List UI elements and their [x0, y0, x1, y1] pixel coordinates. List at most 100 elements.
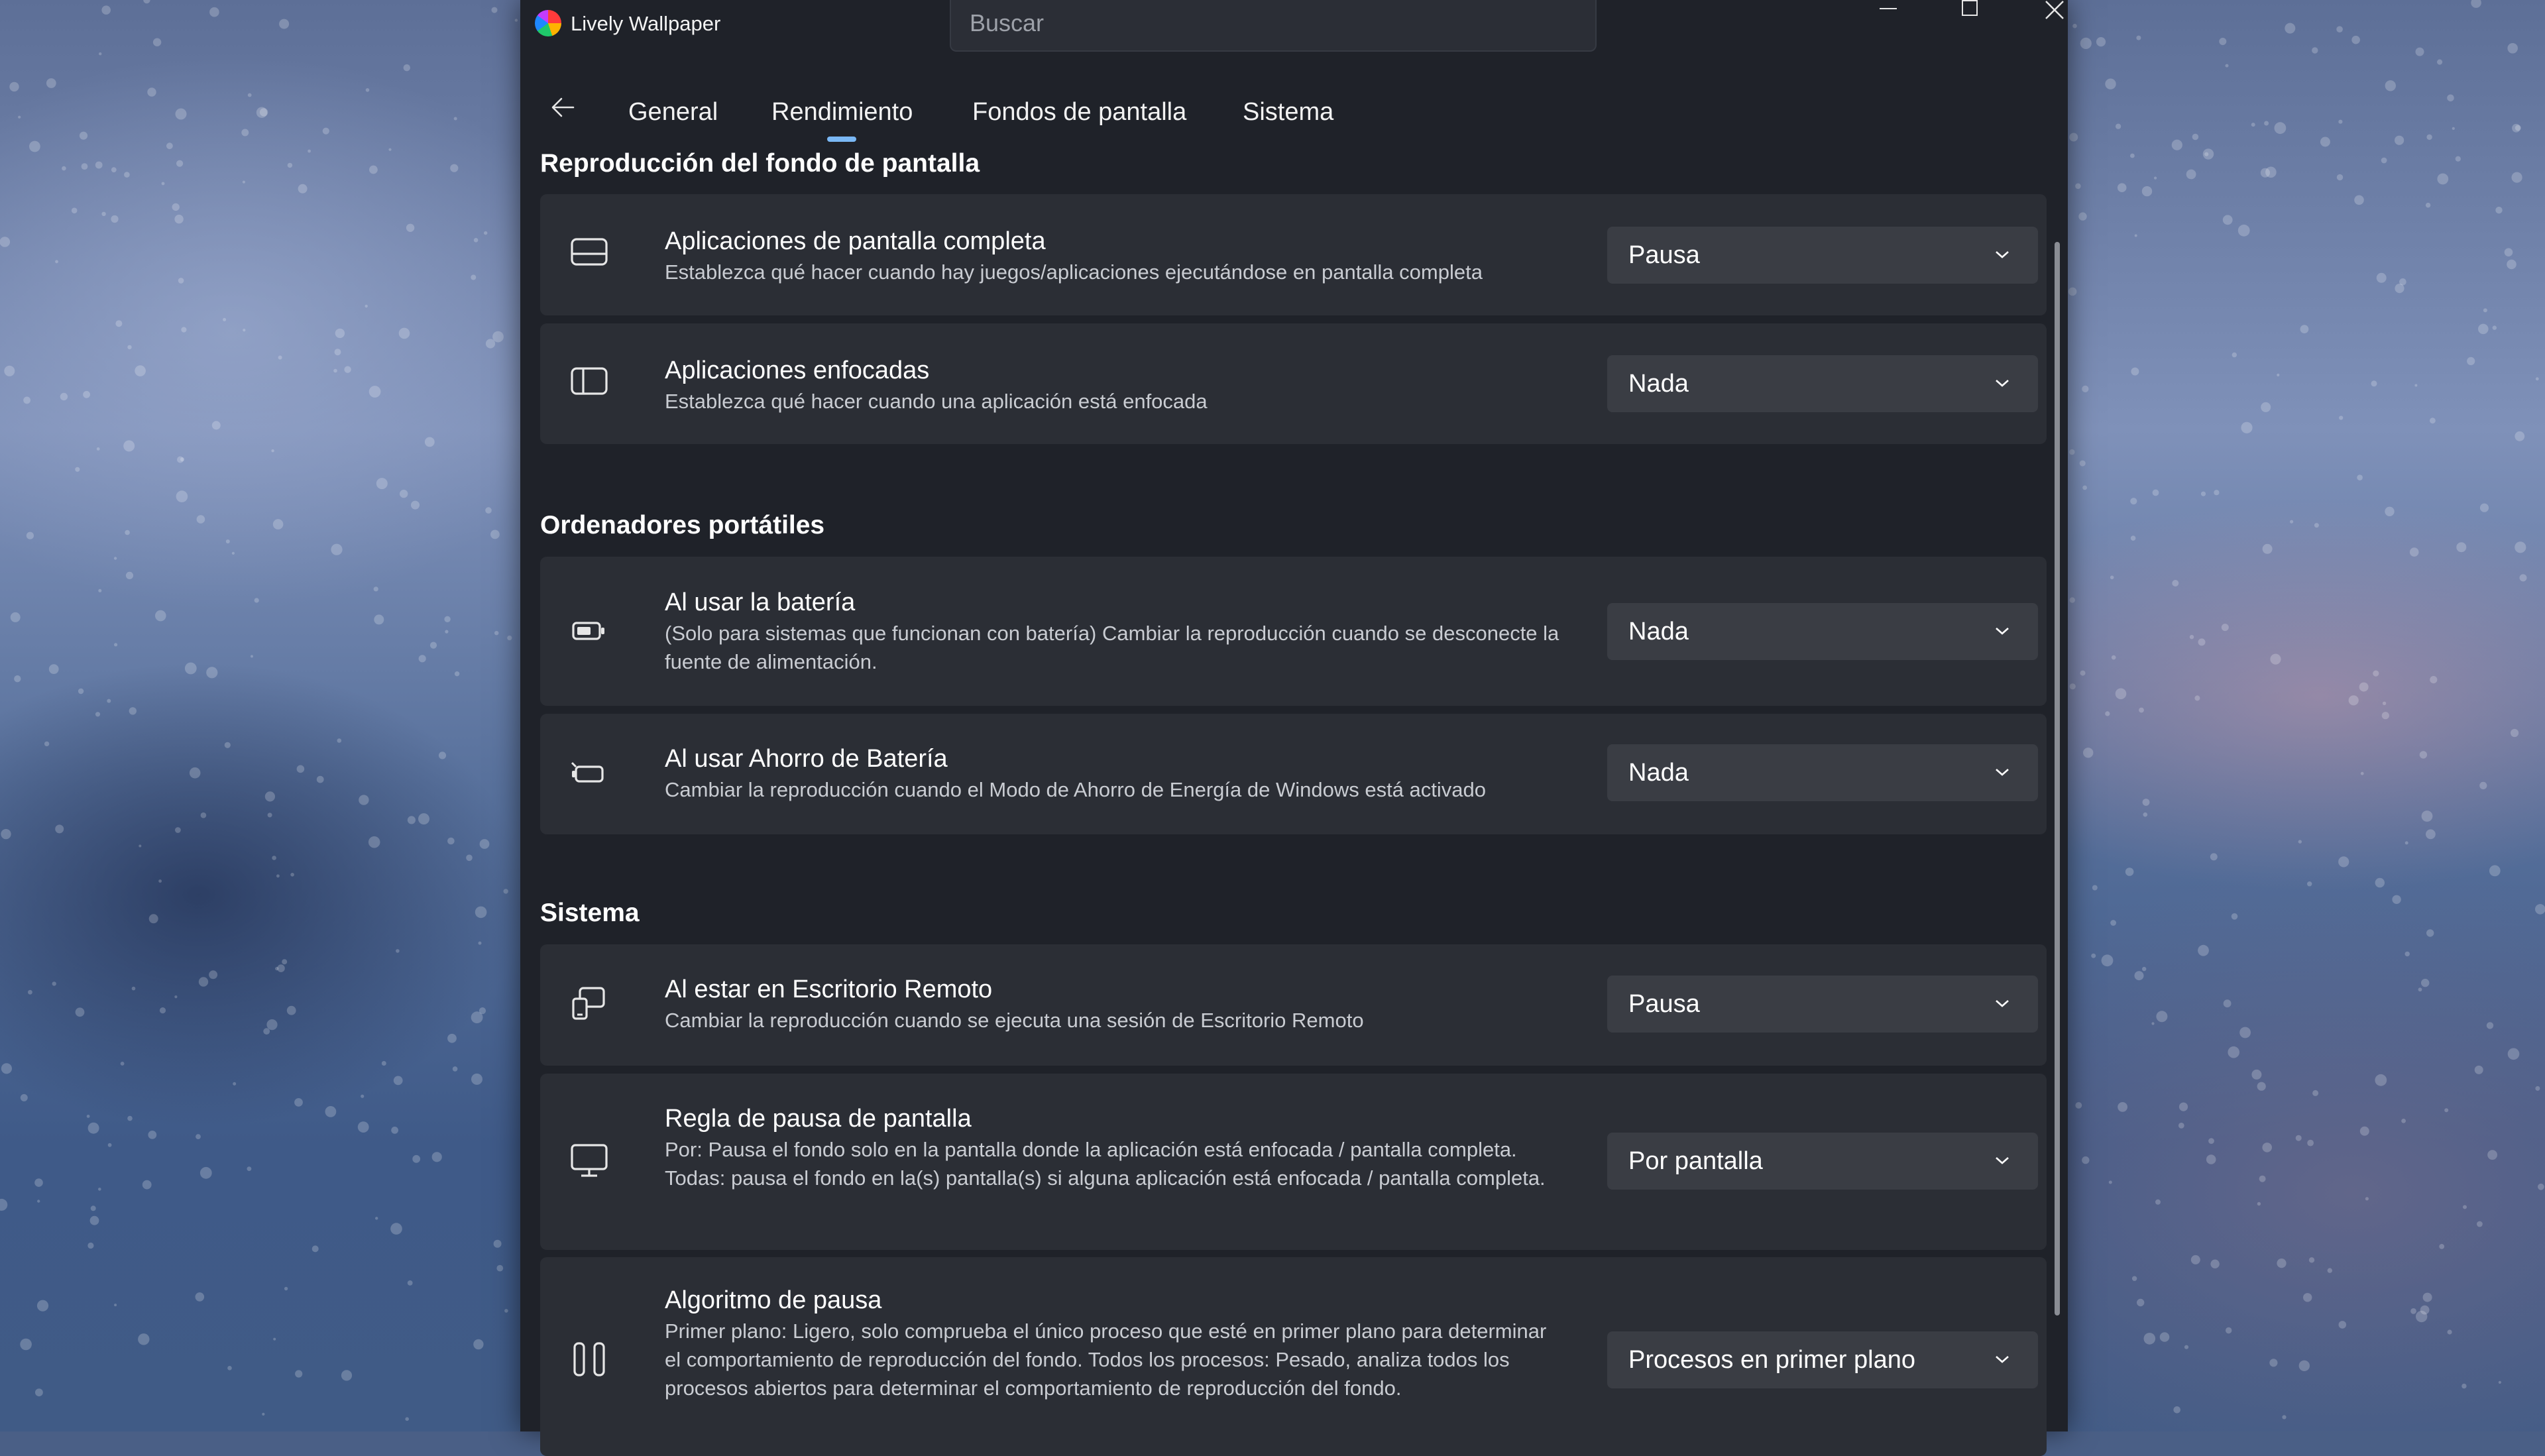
rain-drop: [2338, 856, 2349, 868]
battery-saver-dropdown[interactable]: Nada: [1607, 744, 2038, 801]
rain-drop: [178, 278, 184, 284]
rain-drop: [388, 148, 392, 151]
rain-drop: [2198, 638, 2206, 646]
rain-drop: [2274, 122, 2287, 135]
rain-drop: [44, 741, 50, 747]
close-button[interactable]: [2016, 0, 2089, 29]
setting-card-remote-desktop: Al estar en Escritorio Remoto Cambiar la…: [540, 944, 2047, 1066]
setting-description: (Solo para sistemas que funcionan con ba…: [665, 622, 1559, 673]
rain-drop: [2486, 1022, 2494, 1029]
rain-drop: [431, 1152, 442, 1162]
rain-drop: [2385, 506, 2395, 516]
rain-drop: [2456, 542, 2467, 553]
focused-app-icon: [569, 361, 609, 401]
rain-drop: [2410, 1308, 2416, 1314]
setting-title: Al estar en Escritorio Remoto: [665, 976, 993, 1003]
tab-fondos-de-pantalla[interactable]: Fondos de pantalla: [972, 98, 1186, 127]
setting-description: Establezca qué hacer cuando una aplicaci…: [665, 390, 1208, 413]
rain-drop: [279, 19, 290, 29]
back-button[interactable]: [548, 93, 588, 126]
tab-sistema[interactable]: Sistema: [1243, 98, 1333, 127]
rain-drop: [337, 738, 342, 743]
chevron-down-icon: [1996, 1000, 2009, 1007]
rain-drop: [2075, 1102, 2082, 1109]
rain-drop: [484, 231, 488, 235]
rain-drop: [391, 1127, 398, 1134]
rain-drop: [393, 1076, 403, 1086]
minimize-button[interactable]: [1851, 0, 1924, 29]
rain-drop: [365, 304, 368, 308]
rain-drop: [2221, 624, 2229, 632]
dropdown-value: Nada: [1628, 618, 1689, 645]
rain-drop: [444, 616, 451, 622]
rain-drop: [2194, 695, 2200, 701]
tab-general[interactable]: General: [628, 98, 718, 127]
rain-drop: [262, 1412, 265, 1416]
rain-drop: [273, 1337, 276, 1341]
rain-drop: [2430, 418, 2436, 424]
screen-pause-rule-dropdown[interactable]: Por pantalla: [1607, 1133, 2038, 1190]
rain-drop: [2467, 357, 2475, 366]
rain-drop: [0, 237, 11, 247]
rain-drop: [2069, 597, 2075, 603]
remote-desktop-dropdown[interactable]: Pausa: [1607, 976, 2038, 1033]
rain-drop: [176, 490, 188, 502]
rain-drop: [2202, 148, 2214, 160]
rain-drop: [148, 914, 158, 924]
rain-drop: [2421, 811, 2433, 822]
rain-drop: [2437, 59, 2443, 65]
search-input[interactable]: Buscar: [950, 0, 1597, 52]
setting-card-focused: Aplicaciones enfocadas Establezca qué ha…: [540, 323, 2047, 444]
rain-drop: [1, 1063, 12, 1074]
rain-drop: [35, 1388, 43, 1397]
rain-drop: [2495, 206, 2503, 214]
tab-rendimiento[interactable]: Rendimiento: [771, 98, 913, 127]
rain-drop: [36, 1300, 49, 1312]
setting-title: Al usar la batería: [665, 588, 856, 616]
rain-drop: [2375, 1074, 2387, 1086]
rain-drop: [296, 765, 305, 773]
rain-drop: [2080, 37, 2092, 49]
rain-drop: [95, 712, 101, 717]
setting-title: Regla de pausa de pantalla: [665, 1105, 972, 1133]
focused-dropdown[interactable]: Nada: [1607, 355, 2038, 412]
battery-dropdown[interactable]: Nada: [1607, 603, 2038, 660]
vertical-scrollbar[interactable]: [2055, 242, 2060, 1316]
rain-drop: [125, 571, 134, 580]
rain-drop: [211, 421, 221, 430]
rain-drop: [2373, 670, 2379, 677]
rain-drop: [2110, 920, 2117, 926]
pause-algorithm-dropdown[interactable]: Procesos en primer plano: [1607, 1331, 2038, 1388]
rain-drop: [2116, 123, 2121, 129]
maximize-button[interactable]: [1933, 0, 2006, 29]
rain-drop: [48, 664, 59, 674]
rain-drop: [2257, 1202, 2261, 1206]
rain-drop: [407, 816, 416, 824]
rain-drop: [2507, 259, 2517, 270]
rain-drop: [494, 631, 499, 636]
rain-drop: [247, 93, 252, 97]
rain-drop: [2409, 547, 2419, 557]
rain-drop: [334, 349, 341, 356]
battery-icon: [569, 611, 609, 651]
rain-drop: [2210, 853, 2218, 861]
rain-drop: [2421, 978, 2430, 987]
rain-drop: [2471, 0, 2481, 8]
rain-drop: [2226, 1327, 2232, 1334]
rain-drop: [2437, 173, 2449, 185]
rain-drop: [2538, 1183, 2544, 1190]
fullscreen-dropdown[interactable]: Pausa: [1607, 227, 2038, 284]
rain-drop: [75, 1007, 85, 1017]
rain-drop: [452, 1066, 458, 1072]
rain-drop: [2178, 1123, 2184, 1129]
rain-drop: [2354, 195, 2364, 205]
rain-drop: [473, 238, 479, 243]
rain-drop: [2327, 1268, 2332, 1273]
rain-drop: [2461, 1383, 2467, 1389]
chevron-down-icon: [1996, 769, 2009, 776]
title-bar[interactable]: Lively Wallpaper Buscar: [520, 0, 2068, 53]
rain-drop: [2404, 841, 2408, 845]
rain-drop: [2463, 1205, 2467, 1209]
rain-drop: [2385, 80, 2396, 91]
rain-drop: [407, 1280, 413, 1286]
